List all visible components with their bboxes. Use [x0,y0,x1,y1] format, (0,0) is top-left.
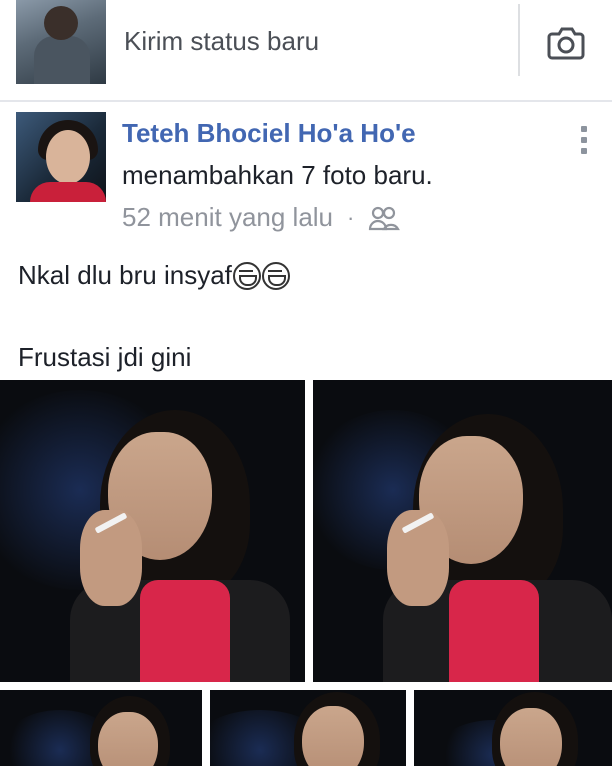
composer-divider [518,4,520,76]
post-action-text: menambahkan 7 foto baru. [122,160,433,190]
grinning-face-emoji-icon [232,261,261,290]
post-photo[interactable] [210,690,406,766]
post-caption-line1: Nkal dlu bru insyaf [18,260,290,291]
photo-face [500,708,562,766]
caption-text: Nkal dlu bru insyaf [18,260,232,290]
composer-separator [0,100,612,102]
photo-face [302,706,364,766]
post-photo[interactable] [0,690,202,766]
avatar-shirt [30,182,106,202]
post-photo[interactable] [313,380,612,682]
post-meta: 52 menit yang lalu · [122,202,401,233]
post-photo[interactable] [0,380,305,682]
author-avatar[interactable] [16,112,106,202]
author-name[interactable]: Teteh Bhociel Ho'a Ho'e [122,118,416,149]
avatar-face [46,130,90,184]
post-caption-line2: Frustasi jdi gini [18,342,192,372]
meta-separator: · [347,204,355,230]
friends-icon[interactable] [368,205,401,231]
status-input[interactable]: Kirim status baru [124,26,319,57]
camera-icon[interactable] [546,26,586,60]
grinning-face-emoji-icon [261,261,290,290]
post-photo[interactable] [414,690,612,766]
user-avatar[interactable] [16,0,106,84]
photo-face [98,712,158,766]
photo-shirt [140,580,230,682]
post-timestamp[interactable]: 52 menit yang lalu [122,202,333,233]
photo-shirt [449,580,539,682]
status-composer: Kirim status baru [0,0,612,100]
avatar-torso [34,36,90,84]
avatar-head [44,6,78,40]
more-vertical-icon[interactable] [578,126,590,160]
